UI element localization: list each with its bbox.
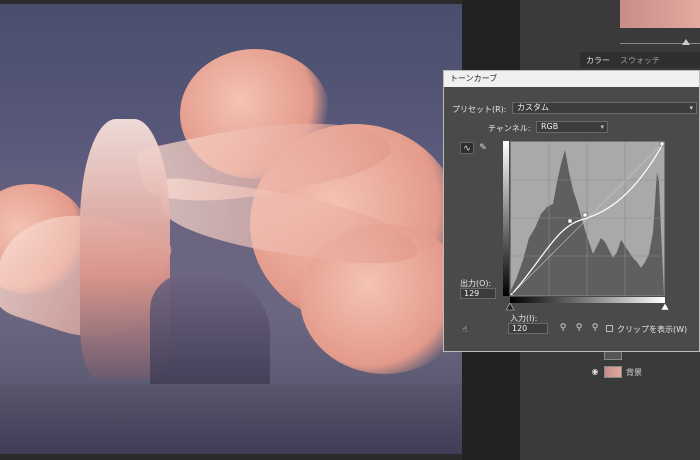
pencil-icon[interactable]: ✎ <box>476 142 490 154</box>
histogram <box>511 150 664 295</box>
zoom-slider[interactable] <box>620 38 700 48</box>
layer-row-background[interactable]: ◉ 背景 <box>590 363 700 381</box>
tab-color[interactable]: カラー <box>586 55 610 66</box>
curve-point[interactable] <box>567 218 573 224</box>
tab-swatches[interactable]: スウォッチ <box>620 55 660 66</box>
document-canvas[interactable] <box>0 0 462 460</box>
eyedropper-white-icon[interactable]: ⚲ <box>588 322 602 334</box>
curve-graph[interactable] <box>508 141 665 298</box>
output-gradient-bar <box>503 141 509 296</box>
curve-point[interactable] <box>582 212 588 218</box>
channel-select[interactable]: RGB ▾ <box>536 121 608 133</box>
eyedropper-gray-icon[interactable]: ⚲ <box>572 322 586 334</box>
clip-label: クリップを表示(W) <box>617 325 688 334</box>
output-field[interactable]: 129 <box>460 288 496 299</box>
curves-dialog: トーンカーブ プリセット(R): カスタム ▾ チャンネル: RGB ▾ ∿ ✎ <box>443 70 700 352</box>
color-panel-tabs: カラー スウォッチ <box>580 52 700 68</box>
white-point-slider[interactable] <box>660 303 670 311</box>
chevron-down-icon: ▾ <box>600 123 604 131</box>
eyedropper-black-icon[interactable]: ⚲ <box>556 322 570 334</box>
input-field[interactable]: 120 <box>508 323 548 334</box>
preset-value: カスタム <box>517 103 549 112</box>
black-point-slider[interactable] <box>506 303 515 311</box>
layer-name: 背景 <box>626 367 642 377</box>
layer-thumbnail <box>604 366 622 378</box>
curve-point[interactable] <box>508 292 514 298</box>
input-sliders[interactable] <box>506 303 671 311</box>
chevron-down-icon: ▾ <box>689 104 693 112</box>
curve-point[interactable] <box>659 141 665 147</box>
channel-label: チャンネル: <box>488 124 531 133</box>
slider-knob[interactable] <box>682 39 690 45</box>
water-surface <box>0 384 462 454</box>
navigator-thumbnail[interactable] <box>620 0 700 28</box>
clip-checkbox[interactable] <box>606 325 613 332</box>
preset-select[interactable]: カスタム ▾ <box>512 102 697 114</box>
figure-shape <box>150 274 270 394</box>
eye-icon[interactable]: ◉ <box>590 368 600 376</box>
preset-label: プリセット(R): <box>452 105 507 114</box>
channel-value: RGB <box>541 122 559 131</box>
curve-graph-svg <box>508 141 665 298</box>
target-adjust-icon[interactable]: ☝ <box>458 324 472 336</box>
curve-point-icon[interactable]: ∿ <box>460 142 474 154</box>
dialog-title: トーンカーブ <box>444 71 699 87</box>
artwork-image <box>0 4 462 454</box>
